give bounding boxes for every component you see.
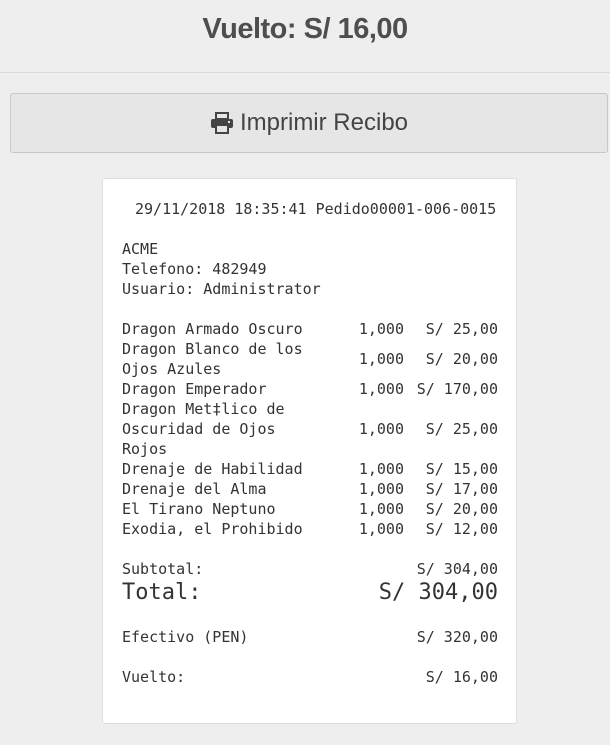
- receipt-header-line: 29/11/2018 18:35:41 Pedido00001-006-0015: [135, 199, 496, 219]
- item-price: S/ 25,00: [425, 320, 498, 338]
- print-button-label: Imprimir Recibo: [239, 109, 409, 136]
- total-label: Total:: [122, 580, 202, 605]
- receipt: 29/11/2018 18:35:41 Pedido00001-006-0015…: [102, 178, 517, 724]
- item-name: Exodia, el Prohibido: [122, 520, 303, 538]
- item-qty: 1,000: [358, 500, 404, 518]
- subtotal-label: Subtotal:: [122, 560, 204, 578]
- item-price: S/ 20,00: [425, 500, 498, 518]
- receipt-item: Dragon Emperador 1,000 S/ 170,00: [122, 379, 498, 399]
- item-price: S/ 170,00: [416, 380, 498, 398]
- change-label: Vuelto:: [122, 668, 186, 686]
- item-price: S/ 20,00: [425, 350, 498, 368]
- receipt-item: El Tirano Neptuno 1,000 S/ 20,00: [122, 499, 498, 519]
- item-name: Drenaje del Alma: [122, 480, 267, 498]
- receipt-item: Dragon Met‡lico de Oscuridad de Ojos Roj…: [122, 399, 498, 459]
- item-price: S/ 17,00: [425, 480, 498, 498]
- item-qty: 1,000: [358, 380, 404, 398]
- receipt-item: Drenaje del Alma 1,000 S/ 17,00: [122, 479, 498, 499]
- print-receipt-button[interactable]: Imprimir Recibo: [10, 93, 608, 153]
- receipt-item: Drenaje de Habilidad 1,000 S/ 15,00: [122, 459, 498, 479]
- total-value: S/ 304,00: [378, 580, 498, 605]
- item-price: S/ 15,00: [425, 460, 498, 478]
- receipt-user: Usuario: Administrator: [122, 280, 321, 298]
- item-price: S/ 12,00: [425, 520, 498, 538]
- cash-row: Efectivo (PEN) S/ 320,00: [122, 627, 498, 647]
- item-qty: 1,000: [358, 520, 404, 538]
- change-value: S/ 16,00: [425, 668, 498, 686]
- item-name: El Tirano Neptuno: [122, 500, 276, 518]
- item-name: Dragon Emperador: [122, 380, 267, 398]
- receipt-item: Dragon Blanco de los Ojos Azules 1,000 S…: [122, 339, 498, 379]
- page-header: Vuelto: S/ 16,00: [0, 0, 610, 73]
- receipt-company: ACME: [122, 240, 159, 258]
- subtotal-value: S/ 304,00: [416, 560, 498, 578]
- item-name: Dragon Blanco de los Ojos Azules: [122, 340, 303, 378]
- receipt-datetime: 29/11/2018 18:35:41: [135, 200, 307, 218]
- receipt-items: Dragon Armado Oscuro 1,000 S/ 25,00 Drag…: [122, 319, 498, 539]
- receipt-phone: Telefono: 482949: [122, 260, 267, 278]
- subtotal-row: Subtotal: S/ 304,00: [122, 559, 498, 579]
- cash-label: Efectivo (PEN): [122, 628, 249, 646]
- receipt-item: Exodia, el Prohibido 1,000 S/ 12,00: [122, 519, 498, 539]
- cash-value: S/ 320,00: [416, 628, 498, 646]
- item-qty: 1,000: [358, 420, 404, 438]
- item-price: S/ 25,00: [425, 420, 498, 438]
- item-name: Dragon Armado Oscuro: [122, 320, 303, 338]
- item-qty: 1,000: [358, 350, 404, 368]
- receipt-item: Dragon Armado Oscuro 1,000 S/ 25,00: [122, 319, 498, 339]
- item-qty: 1,000: [358, 460, 404, 478]
- change-row: Vuelto: S/ 16,00: [122, 667, 498, 687]
- item-name: Drenaje de Habilidad: [122, 460, 303, 478]
- receipt-order-number: Pedido00001-006-0015: [315, 200, 497, 218]
- printer-icon: [210, 112, 234, 134]
- item-qty: 1,000: [358, 320, 404, 338]
- total-row: Total: S/ 304,00: [122, 579, 498, 607]
- item-qty: 1,000: [358, 480, 404, 498]
- item-name: Dragon Met‡lico de Oscuridad de Ojos Roj…: [122, 400, 285, 458]
- receipt-totals: Subtotal: S/ 304,00 Total: S/ 304,00 Efe…: [122, 559, 498, 687]
- change-title: Vuelto: S/ 16,00: [202, 12, 408, 45]
